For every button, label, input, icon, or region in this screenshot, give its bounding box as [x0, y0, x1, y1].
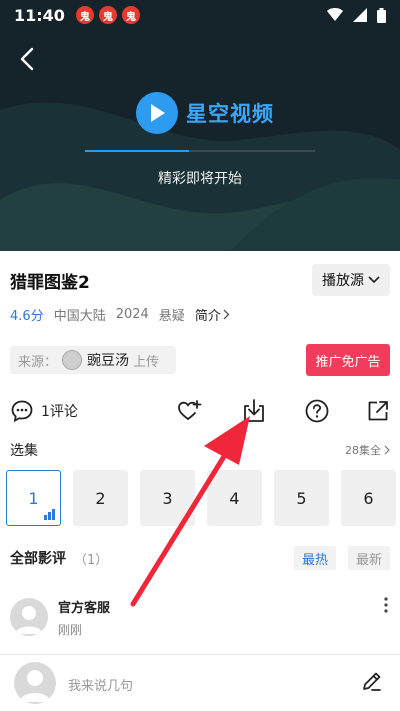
notification-badge-icon: 鬼: [121, 6, 140, 24]
play-source-select[interactable]: 播放源: [312, 264, 390, 296]
loading-progress-fill: [85, 150, 189, 152]
episode-list: 1 2 3 4 5 6: [6, 470, 400, 526]
upload-suffix: 上传: [133, 354, 160, 370]
share-button[interactable]: [366, 396, 390, 426]
episodes-total: 28集全: [345, 444, 381, 457]
action-bar: 1评论: [10, 396, 390, 426]
source-info[interactable]: 来源： 豌豆汤 上传: [10, 346, 176, 374]
battery-icon: [377, 7, 386, 23]
comment-item: 官方客服 刚刚: [10, 594, 390, 642]
episode-item-3[interactable]: 3: [140, 470, 195, 526]
episode-item-5[interactable]: 5: [274, 470, 329, 526]
episode-item-2[interactable]: 2: [73, 470, 128, 526]
intro-link[interactable]: 简介: [195, 305, 230, 324]
comment-author: 官方客服: [58, 601, 111, 616]
comment-bubble-icon: [11, 400, 33, 423]
episode-item-4[interactable]: 4: [207, 470, 262, 526]
year: 2024: [115, 306, 149, 322]
comments-count: （1）: [74, 552, 109, 568]
comment-avatar[interactable]: [10, 598, 48, 636]
favorite-button[interactable]: [176, 396, 202, 426]
episode-item-1[interactable]: 1: [6, 470, 61, 526]
episode-number: 4: [229, 488, 240, 508]
episodes-all-link[interactable]: 28集全: [345, 442, 390, 458]
back-arrow-icon[interactable]: [14, 44, 42, 74]
video-title: 猎罪图鉴2: [10, 272, 90, 293]
wifi-icon: [327, 8, 343, 21]
episode-item-6[interactable]: 6: [341, 470, 396, 526]
source-label: 来源：: [18, 354, 58, 370]
sort-new-button[interactable]: 最新: [347, 546, 390, 570]
comments-header: 全部影评 （1） 最热 最新: [10, 546, 390, 570]
episodes-title: 选集: [10, 443, 38, 459]
video-player[interactable]: 11:40 鬼 鬼 鬼 星空视频 精彩即将开始: [0, 0, 400, 251]
play-logo-icon: [136, 92, 178, 134]
episode-number: 3: [162, 488, 173, 508]
pencil-icon[interactable]: [360, 669, 384, 693]
help-button[interactable]: [304, 396, 330, 426]
title-row: 猎罪图鉴2 播放源: [10, 262, 390, 298]
player-tip: 精彩即将开始: [158, 171, 242, 187]
question-mark-icon: [305, 399, 329, 423]
chevron-down-icon: [368, 276, 380, 284]
user-avatar-icon: [19, 670, 51, 702]
genre: 悬疑: [158, 308, 185, 324]
status-bar: 11:40 鬼 鬼 鬼: [0, 0, 400, 30]
playing-bars-icon: [44, 509, 55, 520]
heart-plus-icon: [178, 400, 202, 420]
loading-progress: [85, 150, 315, 152]
ad-free-button[interactable]: 推广免广告: [306, 344, 390, 376]
rating: 4.6分: [10, 308, 44, 324]
episodes-header: 选集 28集全: [10, 440, 390, 460]
uploader-name: 豌豆汤: [87, 353, 130, 369]
sort-hot-button[interactable]: 最热: [293, 546, 336, 570]
chevron-right-icon: [223, 309, 230, 319]
comment-count: 1评论: [41, 404, 78, 420]
share-external-icon: [368, 401, 388, 421]
play-source-label: 播放源: [322, 273, 364, 289]
comment-button[interactable]: 1评论: [10, 396, 78, 426]
video-detail-page: 11:40 鬼 鬼 鬼 星空视频 精彩即将开始 猎罪图鉴2 播放源 4.6分 中…: [0, 0, 400, 711]
episode-number: 1: [28, 488, 39, 508]
status-time: 11:40: [14, 5, 65, 25]
uploader-avatar: [62, 350, 83, 370]
notification-badge-icon: 鬼: [98, 6, 117, 24]
logo-text: 星空视频: [186, 102, 274, 126]
comment-time: 刚刚: [58, 623, 83, 637]
episode-number: 6: [363, 488, 374, 508]
download-button[interactable]: [242, 396, 266, 426]
signal-icon: [353, 8, 367, 22]
comments-title: 全部影评: [10, 551, 66, 567]
intro-label: 简介: [194, 308, 221, 324]
comment-input-bar: 我来说几句: [0, 655, 400, 711]
comment-input[interactable]: 我来说几句: [68, 675, 133, 694]
my-avatar: [14, 662, 56, 704]
app-logo: 星空视频: [136, 92, 274, 134]
status-indicators: [327, 7, 386, 23]
download-icon: [244, 399, 264, 422]
notification-badge-icon: 鬼: [75, 6, 94, 24]
episode-number: 2: [95, 488, 106, 508]
region: 中国大陆: [53, 308, 106, 324]
chevron-right-icon: [384, 445, 390, 455]
more-vertical-icon[interactable]: [382, 596, 390, 614]
video-meta: 4.6分 中国大陆 2024 悬疑 简介: [10, 304, 230, 324]
episode-number: 5: [296, 488, 307, 508]
user-avatar-icon: [15, 606, 43, 634]
